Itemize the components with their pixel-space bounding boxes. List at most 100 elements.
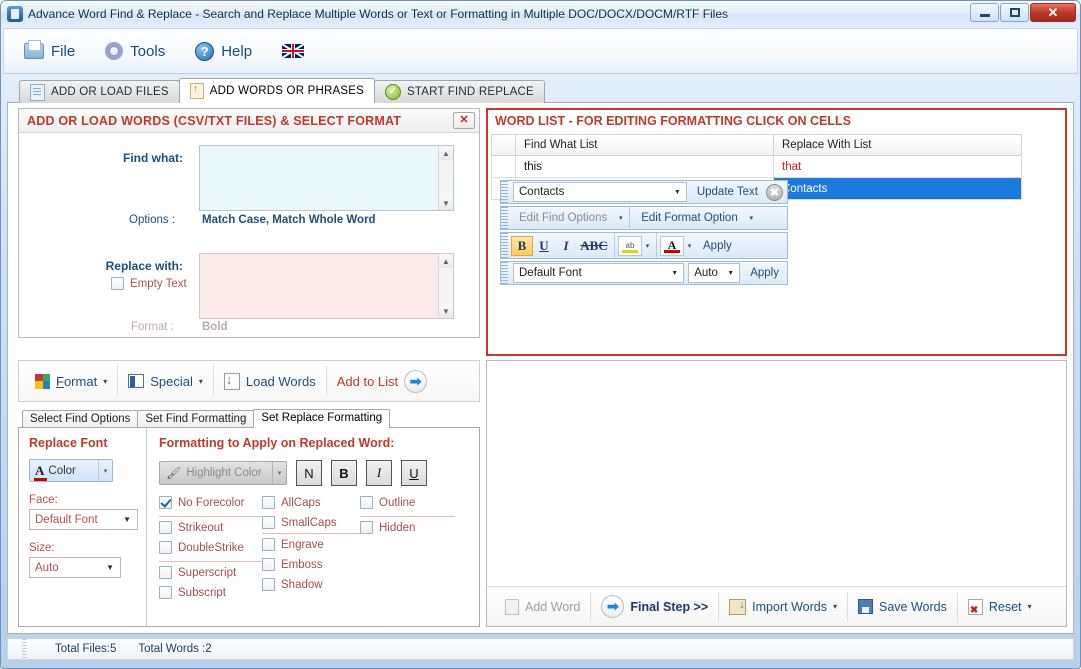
chevron-down-icon[interactable]: ▾ [1028, 602, 1032, 611]
cell-replace-with[interactable]: Contacts [773, 178, 1022, 200]
drag-grip[interactable] [501, 181, 508, 203]
tab-add-words-or-phrases[interactable]: ADD WORDS OR PHRASES [178, 78, 375, 103]
checkbox-box[interactable] [159, 566, 172, 579]
checkbox-box[interactable] [262, 578, 275, 591]
import-words-button[interactable]: Import Words ▾ [719, 591, 848, 622]
table-row[interactable]: this that [491, 156, 1062, 178]
cell-replace-with[interactable]: that [773, 156, 1022, 178]
checkbox-smallcaps[interactable]: SmallCaps [262, 516, 360, 529]
editor-strikethrough-button[interactable]: ABC [577, 236, 611, 256]
tab-start-find-replace[interactable]: ✓ START FIND REPLACE [373, 80, 545, 103]
menu-item-tools[interactable]: Tools [99, 40, 171, 62]
replace-with-scrollbar[interactable]: ▲ ▼ [438, 254, 453, 318]
grid-header-replace-with-list[interactable]: Replace With List [773, 134, 1022, 156]
checkbox-box[interactable] [159, 586, 172, 599]
menu-item-file[interactable]: File [18, 40, 81, 62]
scroll-up-icon[interactable]: ▲ [439, 146, 453, 160]
empty-text-checkbox-box[interactable] [111, 277, 124, 290]
normal-style-button[interactable]: N [296, 460, 322, 486]
editor-font-color-button[interactable]: A [660, 235, 684, 256]
chevron-down-icon[interactable]: ▾ [98, 460, 112, 481]
edit-format-option-button[interactable]: Edit Format Option [633, 212, 746, 224]
clear-text-button[interactable]: ✖ [766, 183, 783, 201]
add-word-button[interactable]: Add Word [495, 591, 592, 622]
checkbox-box[interactable] [262, 558, 275, 571]
chevron-down-icon[interactable]: ▾ [272, 462, 286, 484]
checkbox-box[interactable] [360, 521, 373, 534]
special-button[interactable]: Special ▾ [118, 366, 214, 396]
edit-find-options-button[interactable]: Edit Find Options [511, 212, 615, 224]
chevron-down-icon[interactable]: ▾ [642, 236, 653, 256]
close-button[interactable]: ✕ [1030, 3, 1076, 22]
checkbox-box[interactable] [159, 541, 172, 554]
checkbox-outline[interactable]: Outline [360, 496, 455, 509]
italic-style-button[interactable]: I [366, 460, 392, 486]
tab-add-or-load-files[interactable]: ADD OR LOAD FILES [19, 80, 180, 103]
maximize-button[interactable] [1000, 3, 1029, 22]
chevron-down-icon[interactable]: ▼ [671, 270, 678, 277]
editor-highlight-color-button[interactable]: ab [618, 235, 642, 256]
tab-set-replace-formatting[interactable]: Set Replace Formatting [253, 409, 391, 428]
checkbox-box[interactable] [262, 496, 275, 509]
checkbox-doublestrike[interactable]: DoubleStrike [159, 541, 262, 554]
face-select[interactable]: Default Font ▼ [29, 509, 138, 530]
update-text-button[interactable]: Update Text [689, 186, 766, 198]
scroll-down-icon[interactable]: ▼ [439, 196, 453, 210]
chevron-down-icon[interactable]: ▼ [727, 270, 734, 277]
panel-close-button[interactable]: ✕ [453, 112, 475, 129]
empty-text-checkbox[interactable]: Empty Text [111, 277, 187, 290]
checkbox-strikeout[interactable]: Strikeout [159, 521, 262, 534]
tab-select-find-options[interactable]: Select Find Options [22, 410, 139, 428]
add-to-list-button[interactable]: Add to List ➡ [327, 366, 437, 396]
load-words-button[interactable]: Load Words [214, 366, 327, 396]
drag-grip[interactable] [501, 233, 508, 258]
menu-item-language[interactable] [276, 42, 310, 60]
find-what-textarea[interactable] [199, 145, 454, 211]
tab-set-find-formatting[interactable]: Set Find Formatting [137, 410, 255, 428]
font-color-button[interactable]: A Color ▾ [29, 459, 113, 482]
checkbox-shadow[interactable]: Shadow [262, 578, 360, 591]
checkbox-no-forecolor[interactable]: No Forecolor [159, 496, 262, 509]
replace-with-textarea[interactable] [199, 253, 454, 319]
underline-style-button[interactable]: U [401, 460, 427, 486]
drag-grip[interactable] [501, 207, 508, 229]
checkbox-engrave[interactable]: Engrave [262, 538, 360, 551]
minimize-button[interactable] [970, 3, 999, 22]
checkbox-box[interactable] [262, 538, 275, 551]
find-what-input[interactable]: ▲ ▼ [199, 145, 454, 211]
drag-grip[interactable] [501, 262, 508, 284]
checkbox-allcaps[interactable]: AllCaps [262, 496, 360, 509]
format-button[interactable]: Format ▾ [25, 366, 119, 396]
cell-find-what[interactable]: this [515, 156, 773, 178]
checkbox-hidden[interactable]: Hidden [360, 521, 455, 534]
size-select[interactable]: Auto ▼ [29, 557, 121, 578]
scroll-up-icon[interactable]: ▲ [439, 254, 453, 268]
checkbox-box[interactable] [159, 496, 172, 509]
find-what-scrollbar[interactable]: ▲ ▼ [438, 146, 453, 210]
bold-style-button[interactable]: B [331, 460, 357, 486]
grid-header-find-what-list[interactable]: Find What List [515, 134, 773, 156]
scroll-down-icon[interactable]: ▼ [439, 304, 453, 318]
replace-with-input[interactable]: ▲ ▼ [199, 253, 454, 319]
chevron-down-icon[interactable]: ▾ [833, 602, 837, 611]
editor-apply-font-button[interactable]: Apply [742, 267, 787, 279]
editor-italic-button[interactable]: I [555, 236, 577, 256]
chevron-down-icon[interactable]: ▾ [684, 236, 695, 256]
highlight-color-button[interactable]: 🖌 Highlight Color ▾ [159, 461, 287, 485]
chevron-down-icon[interactable]: ▾ [746, 208, 757, 228]
checkbox-box[interactable] [159, 521, 172, 534]
editor-word-combo[interactable]: Contacts ▼ [513, 182, 687, 202]
menu-item-help[interactable]: ? Help [189, 40, 258, 63]
checkbox-emboss[interactable]: Emboss [262, 558, 360, 571]
reset-button[interactable]: Reset ▾ [958, 592, 1042, 622]
checkbox-subscript[interactable]: Subscript [159, 586, 262, 599]
checkbox-box[interactable] [360, 496, 373, 509]
chevron-down-icon[interactable]: ▾ [615, 208, 626, 228]
editor-bold-button[interactable]: B [511, 235, 533, 256]
final-step-button[interactable]: ➡ Final Step >> [591, 591, 720, 622]
editor-font-combo[interactable]: Default Font ▼ [513, 263, 685, 283]
editor-apply-style-button[interactable]: Apply [695, 240, 740, 252]
editor-size-combo[interactable]: Auto ▼ [688, 263, 741, 283]
chevron-down-icon[interactable]: ▼ [674, 189, 681, 196]
row-selector[interactable] [491, 156, 515, 178]
